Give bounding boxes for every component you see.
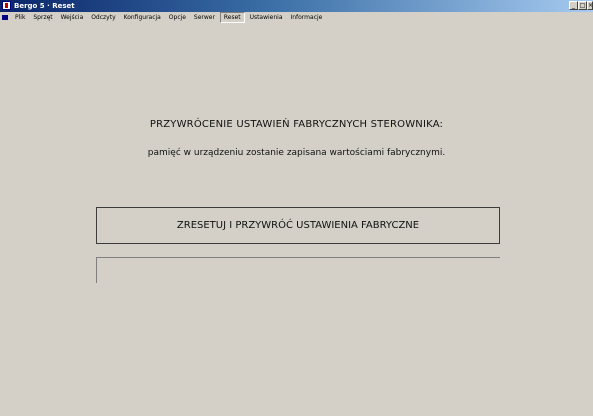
menu-bar: Plik Sprzęt Wejścia Odczyty Konfiguracja… <box>0 12 593 23</box>
app-icon <box>2 1 11 10</box>
close-button[interactable]: × <box>587 1 593 10</box>
title-bar: Bergo 5 · Reset _ □ × <box>0 0 593 12</box>
minimize-button[interactable]: _ <box>569 1 578 10</box>
menu-item-ustawienia[interactable]: Ustawienia <box>247 12 286 23</box>
menu-item-opcje[interactable]: Opcje <box>166 12 189 23</box>
menu-item-informacje[interactable]: Informacje <box>287 12 325 23</box>
menu-item-odczyty[interactable]: Odczyty <box>88 12 118 23</box>
menu-item-sprzet[interactable]: Sprzęt <box>30 12 55 23</box>
status-output-box <box>96 257 500 283</box>
maximize-button[interactable]: □ <box>578 1 587 10</box>
menu-item-reset[interactable]: Reset <box>219 12 245 23</box>
window-title: Bergo 5 · Reset <box>14 2 75 10</box>
page-heading: PRZYWRÓCENIE USTAWIEŃ FABRYCZNYCH STEROW… <box>149 119 444 130</box>
factory-reset-button[interactable]: ZRESETUJ I PRZYWRÓĆ USTAWIENIA FABRYCZNE <box>96 207 500 244</box>
menu-item-serwer[interactable]: Serwer <box>191 12 218 23</box>
menu-item-plik[interactable]: Plik <box>12 12 28 23</box>
menu-item-wejscia[interactable]: Wejścia <box>58 12 87 23</box>
page-subheading: pamięć w urządzeniu zostanie zapisana wa… <box>147 148 446 158</box>
app-menu-icon[interactable] <box>2 15 8 20</box>
menu-item-konfiguracja[interactable]: Konfiguracja <box>121 12 164 23</box>
